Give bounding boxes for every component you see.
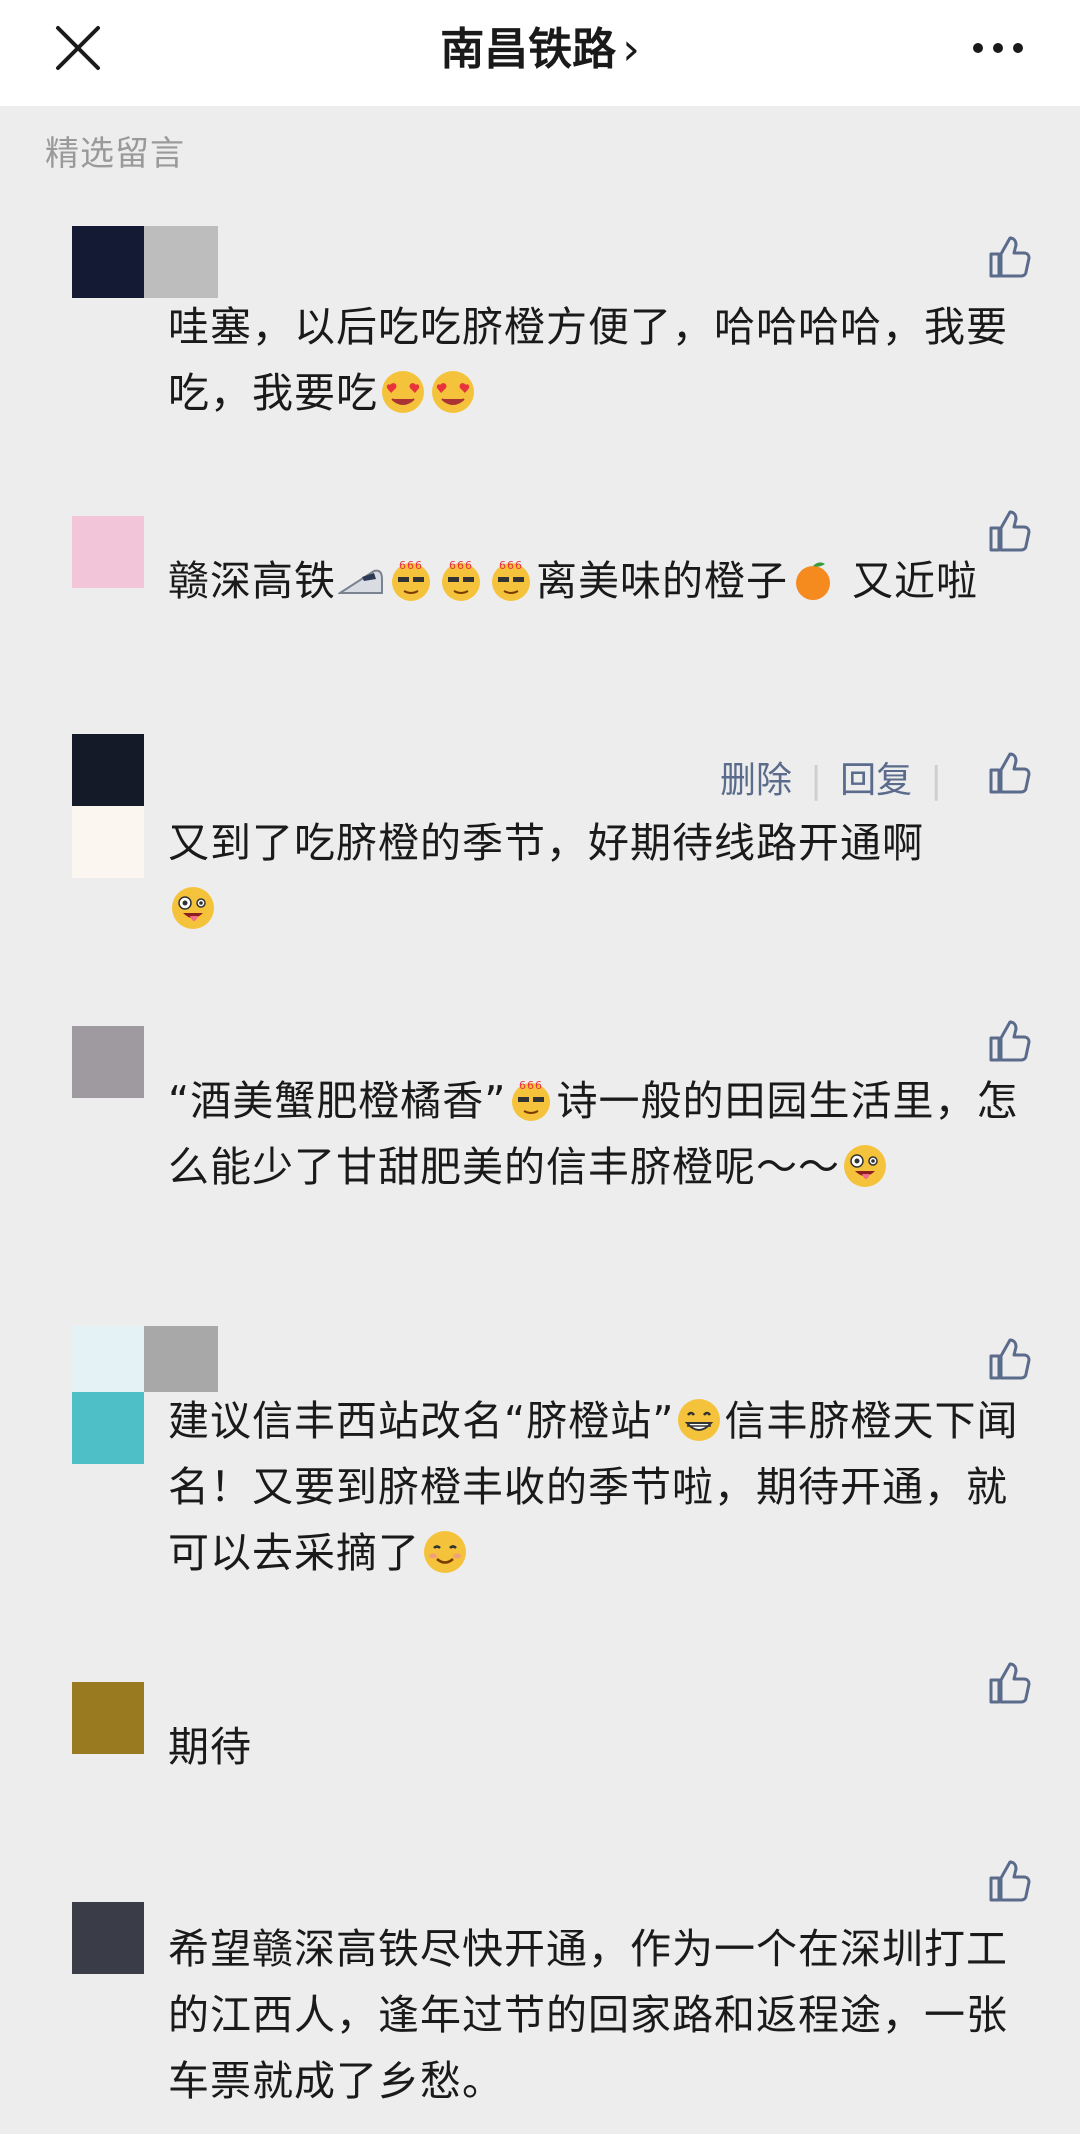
thumbs-up-icon[interactable] [985,1858,1031,1904]
comment-text-part: 赣深高铁 [168,557,336,605]
comment-text-content: 希望赣深高铁尽快开通，作为一个在深圳打工的江西人，逢年过节的回家路和返程途，一张… [168,1925,1008,2105]
divider: | [810,760,823,801]
thumbs-up-icon[interactable] [985,234,1031,280]
comment-text-content: 哇塞，以后吃吃脐橙方便了，哈哈哈哈，我要吃，我要吃 [168,303,1008,417]
avatar[interactable] [72,516,144,588]
grin-emoji [678,1399,721,1441]
svg-text:666: 666 [449,559,473,572]
account-name[interactable]: 南昌铁路 [440,24,616,75]
chevron-right-icon: › [622,24,640,75]
comment-text-part: 建议信丰西站改名“脐橙站” [168,1397,675,1445]
comment-item: 哇塞，以后吃吃脐橙方便了，哈哈哈哈，我要吃，我要吃 [0,222,1080,422]
thumbs-up-icon[interactable] [985,1660,1031,1706]
thumbs-up-icon[interactable] [985,1336,1031,1382]
666-emoji: 666 [512,1079,551,1121]
comment-text-part: 又近啦 [852,557,978,605]
svg-text:666: 666 [399,559,423,572]
comment-item: 希望赣深高铁尽快开通，作为一个在深圳打工的江西人，逢年过节的回家路和返程途，一张… [0,1860,1080,2134]
avatar-blur [144,226,218,298]
thumbs-up-icon[interactable] [985,1018,1031,1064]
comment-item: 赣深高铁 666 666 666 离美味的橙子 又近啦 [0,510,1080,692]
comment-item: 建议信丰西站改名“脐橙站” 信丰脐橙天下闻名！又要到脐橙丰收的季节啦，期待开通，就… [0,1322,1080,1582]
section-label: 精选留言 [45,134,185,174]
comment-text: 赣深高铁 666 666 666 离美味的橙子 又近啦 [168,548,1028,614]
delete-link[interactable]: 删除 [720,760,792,801]
svg-text:666: 666 [499,559,523,572]
comment-text-part: 离美味的橙子 [536,557,788,605]
comment-text: 期待 [168,1714,1028,1780]
666-emoji: 666 [492,559,530,601]
avatar[interactable] [72,1326,144,1464]
heart-eyes-emoji [382,371,424,413]
avatar[interactable] [72,226,144,298]
comment-text: 哇塞，以后吃吃脐橙方便了，哈哈哈哈，我要吃，我要吃 [168,294,1028,426]
tangerine-emoji [796,562,830,600]
comment-text: “酒美蟹肥橙橘香” 666 诗一般的田园生活里，怎么能少了甘甜肥美的信丰脐橙呢～～ [168,1068,1028,1200]
avatar-blur [144,1326,218,1392]
comment-text-part: “酒美蟹肥橙橘香” [168,1077,507,1125]
comment-actions: 删除 | 回复 | [720,756,960,806]
avatar[interactable] [72,1026,144,1098]
thumbs-up-icon[interactable] [985,750,1031,796]
top-bar: 南昌铁路 › [0,0,1080,106]
666-emoji: 666 [442,559,480,601]
comment-item: 期待 [0,1662,1080,1798]
smile-emoji [424,1531,466,1573]
comment-text: 又到了吃脐橙的季节，好期待线路开通啊 [168,810,1028,942]
reply-link[interactable]: 回复 [840,760,912,801]
avatar[interactable] [72,1682,144,1754]
page-title[interactable]: 南昌铁路 › [0,20,1080,80]
bullet-train-emoji [338,569,383,594]
comment-text: 建议信丰西站改名“脐橙站” 信丰脐橙天下闻名！又要到脐橙丰收的季节啦，期待开通，就… [168,1388,1028,1586]
comment-text-content: 又到了吃脐橙的季节，好期待线路开通啊 [168,819,924,867]
more-dots-icon[interactable] [968,28,1028,68]
comment-item: “酒美蟹肥橙橘香” 666 诗一般的田园生活里，怎么能少了甘甜肥美的信丰脐橙呢～～ [0,1020,1080,1262]
divider: | [930,760,943,801]
svg-text:666: 666 [519,1079,543,1092]
comment-text: 希望赣深高铁尽快开通，作为一个在深圳打工的江西人，逢年过节的回家路和返程途，一张… [168,1916,1028,2114]
comment-item: 删除 | 回复 | 又到了吃脐橙的季节，好期待线路开通啊 [0,730,1080,950]
avatar[interactable] [72,734,144,878]
comment-text-content: 期待 [168,1723,252,1771]
avatar[interactable] [72,1902,144,1974]
crazy-face-emoji [172,887,214,929]
666-emoji: 666 [392,559,430,601]
heart-eyes-emoji [432,371,474,413]
crazy-face-emoji [844,1145,886,1187]
